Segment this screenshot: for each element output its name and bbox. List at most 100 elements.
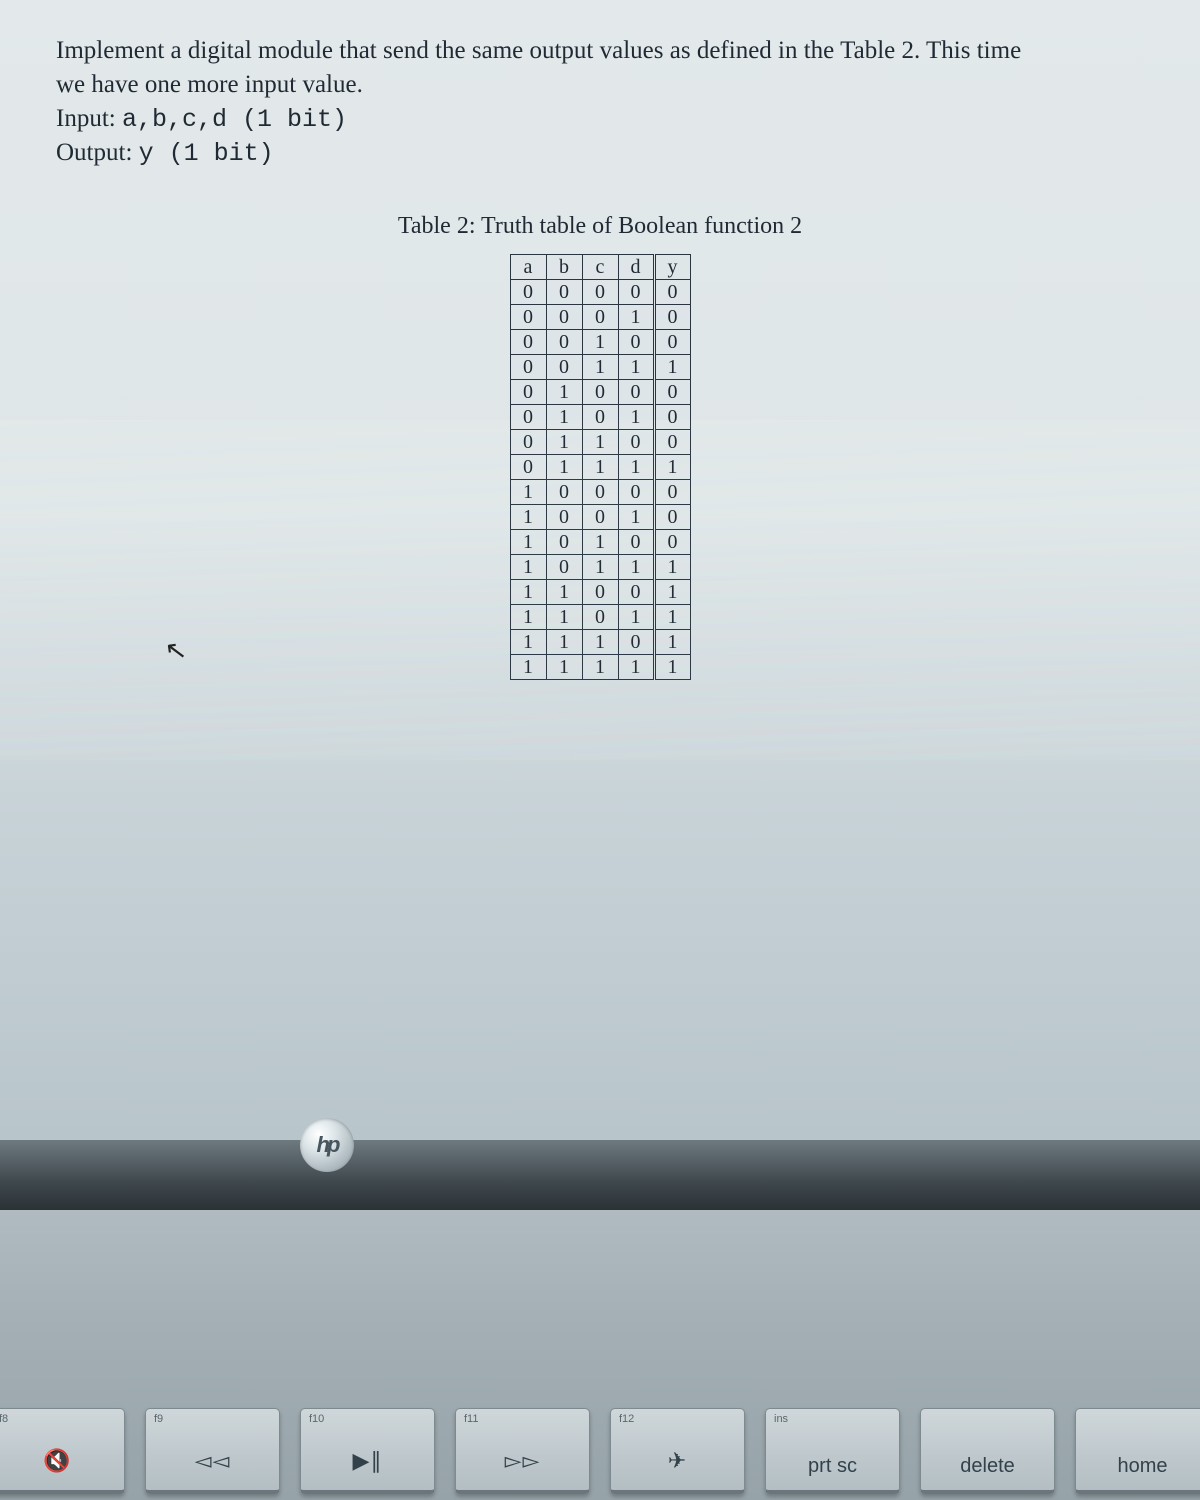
table-body: 0000000010001000011101000010100110001111… bbox=[510, 280, 690, 680]
table-row: 10111 bbox=[510, 555, 690, 580]
table-cell: 0 bbox=[654, 505, 690, 530]
table-row: 11011 bbox=[510, 605, 690, 630]
table-header-cell: b bbox=[546, 255, 582, 280]
table-cell: 0 bbox=[510, 405, 546, 430]
table-row: 10100 bbox=[510, 530, 690, 555]
table-cell: 1 bbox=[618, 305, 654, 330]
table-cell: 1 bbox=[654, 555, 690, 580]
table-cell: 1 bbox=[654, 655, 690, 680]
table-cell: 1 bbox=[510, 530, 546, 555]
table-cell: 0 bbox=[582, 480, 618, 505]
key-glyph-icon: 🔇 bbox=[0, 1448, 124, 1474]
table-cell: 0 bbox=[510, 305, 546, 330]
key-main-label: delete bbox=[921, 1455, 1054, 1478]
table-cell: 0 bbox=[510, 330, 546, 355]
key-glyph-icon: ▻▻ bbox=[456, 1448, 589, 1474]
table-row: 01000 bbox=[510, 380, 690, 405]
key-glyph-icon: ✈ bbox=[611, 1448, 744, 1474]
table-cell: 0 bbox=[546, 505, 582, 530]
key-glyph-icon: ▶∥ bbox=[301, 1448, 434, 1474]
table-cell: 0 bbox=[654, 480, 690, 505]
key-print-screen[interactable]: insprt sc bbox=[765, 1408, 900, 1494]
key-next-track[interactable]: f11 ▻▻ bbox=[455, 1408, 590, 1494]
truth-table: abcdy 0000000010001000011101000010100110… bbox=[510, 254, 691, 680]
table-cell: 1 bbox=[510, 655, 546, 680]
table-cell: 0 bbox=[618, 380, 654, 405]
table-cell: 0 bbox=[618, 630, 654, 655]
table-cell: 1 bbox=[582, 330, 618, 355]
table-cell: 1 bbox=[546, 605, 582, 630]
key-home[interactable]: home bbox=[1075, 1408, 1200, 1494]
key-small-label: f11 bbox=[464, 1413, 478, 1425]
table-header-cell: d bbox=[618, 255, 654, 280]
input-value: a,b,c,d (1 bit) bbox=[122, 105, 347, 134]
problem-line-2: we have one more input value. bbox=[56, 68, 1144, 102]
problem-line-1: Implement a digital module that send the… bbox=[56, 34, 1144, 68]
output-label: Output: bbox=[56, 139, 139, 166]
hp-logo-icon: hp bbox=[300, 1118, 354, 1172]
table-header-cell: y bbox=[654, 255, 690, 280]
document-page: Implement a digital module that send the… bbox=[0, 0, 1200, 1140]
table-row: 00111 bbox=[510, 355, 690, 380]
table-cell: 0 bbox=[582, 405, 618, 430]
table-cell: 1 bbox=[582, 630, 618, 655]
table-row: 01010 bbox=[510, 405, 690, 430]
table-cell: 1 bbox=[546, 455, 582, 480]
table-cell: 0 bbox=[510, 380, 546, 405]
table-cell: 0 bbox=[546, 330, 582, 355]
table-cell: 1 bbox=[510, 505, 546, 530]
table-header-cell: c bbox=[582, 255, 618, 280]
key-prev-track[interactable]: f9◅◅ bbox=[145, 1408, 280, 1494]
key-mute-down[interactable]: f8🔇 bbox=[0, 1408, 125, 1494]
table-cell: 1 bbox=[618, 605, 654, 630]
key-airplane[interactable]: f12✈ bbox=[610, 1408, 745, 1494]
mouse-cursor-icon: ↖ bbox=[163, 635, 189, 668]
table-row: 01111 bbox=[510, 455, 690, 480]
output-value: y (1 bit) bbox=[139, 139, 274, 168]
table-cell: 0 bbox=[510, 430, 546, 455]
table-cell: 1 bbox=[618, 455, 654, 480]
table-cell: 0 bbox=[618, 580, 654, 605]
table-row: 00100 bbox=[510, 330, 690, 355]
table-header-cell: a bbox=[510, 255, 546, 280]
table-cell: 0 bbox=[618, 530, 654, 555]
key-delete[interactable]: delete bbox=[920, 1408, 1055, 1494]
table-cell: 1 bbox=[618, 555, 654, 580]
table-cell: 0 bbox=[654, 430, 690, 455]
table-cell: 1 bbox=[510, 480, 546, 505]
table-cell: 0 bbox=[582, 280, 618, 305]
table-cell: 0 bbox=[582, 605, 618, 630]
table-cell: 1 bbox=[546, 380, 582, 405]
table-cell: 0 bbox=[654, 280, 690, 305]
output-line: Output: y (1 bit) bbox=[56, 136, 1144, 171]
problem-statement: Implement a digital module that send the… bbox=[56, 34, 1144, 171]
table-cell: 0 bbox=[582, 505, 618, 530]
function-key-row: f8🔇f9◅◅f10▶∥ f11 ▻▻ f12✈insprt sc delete home bbox=[0, 1408, 1200, 1494]
key-small-label: f9 bbox=[154, 1413, 163, 1425]
table-row: 00000 bbox=[510, 280, 690, 305]
table-cell: 1 bbox=[510, 580, 546, 605]
table-cell: 1 bbox=[618, 405, 654, 430]
key-play-pause[interactable]: f10▶∥ bbox=[300, 1408, 435, 1494]
table-cell: 1 bbox=[618, 655, 654, 680]
table-cell: 1 bbox=[510, 555, 546, 580]
input-line: Input: a,b,c,d (1 bit) bbox=[56, 102, 1144, 137]
table-row: 11001 bbox=[510, 580, 690, 605]
table-row: 11101 bbox=[510, 630, 690, 655]
table-cell: 0 bbox=[582, 580, 618, 605]
table-cell: 0 bbox=[546, 355, 582, 380]
table-cell: 1 bbox=[582, 530, 618, 555]
table-header-row: abcdy bbox=[510, 255, 690, 280]
table-cell: 1 bbox=[618, 355, 654, 380]
table-cell: 0 bbox=[618, 430, 654, 455]
table-cell: 1 bbox=[654, 455, 690, 480]
table-cell: 0 bbox=[510, 355, 546, 380]
table-cell: 0 bbox=[654, 330, 690, 355]
table-cell: 0 bbox=[546, 280, 582, 305]
table-cell: 1 bbox=[582, 655, 618, 680]
table-row: 01100 bbox=[510, 430, 690, 455]
keyboard-strip: f8🔇f9◅◅f10▶∥ f11 ▻▻ f12✈insprt sc delete home bbox=[0, 1210, 1200, 1500]
table-cell: 1 bbox=[546, 430, 582, 455]
table-cell: 1 bbox=[618, 505, 654, 530]
table-cell: 1 bbox=[654, 355, 690, 380]
